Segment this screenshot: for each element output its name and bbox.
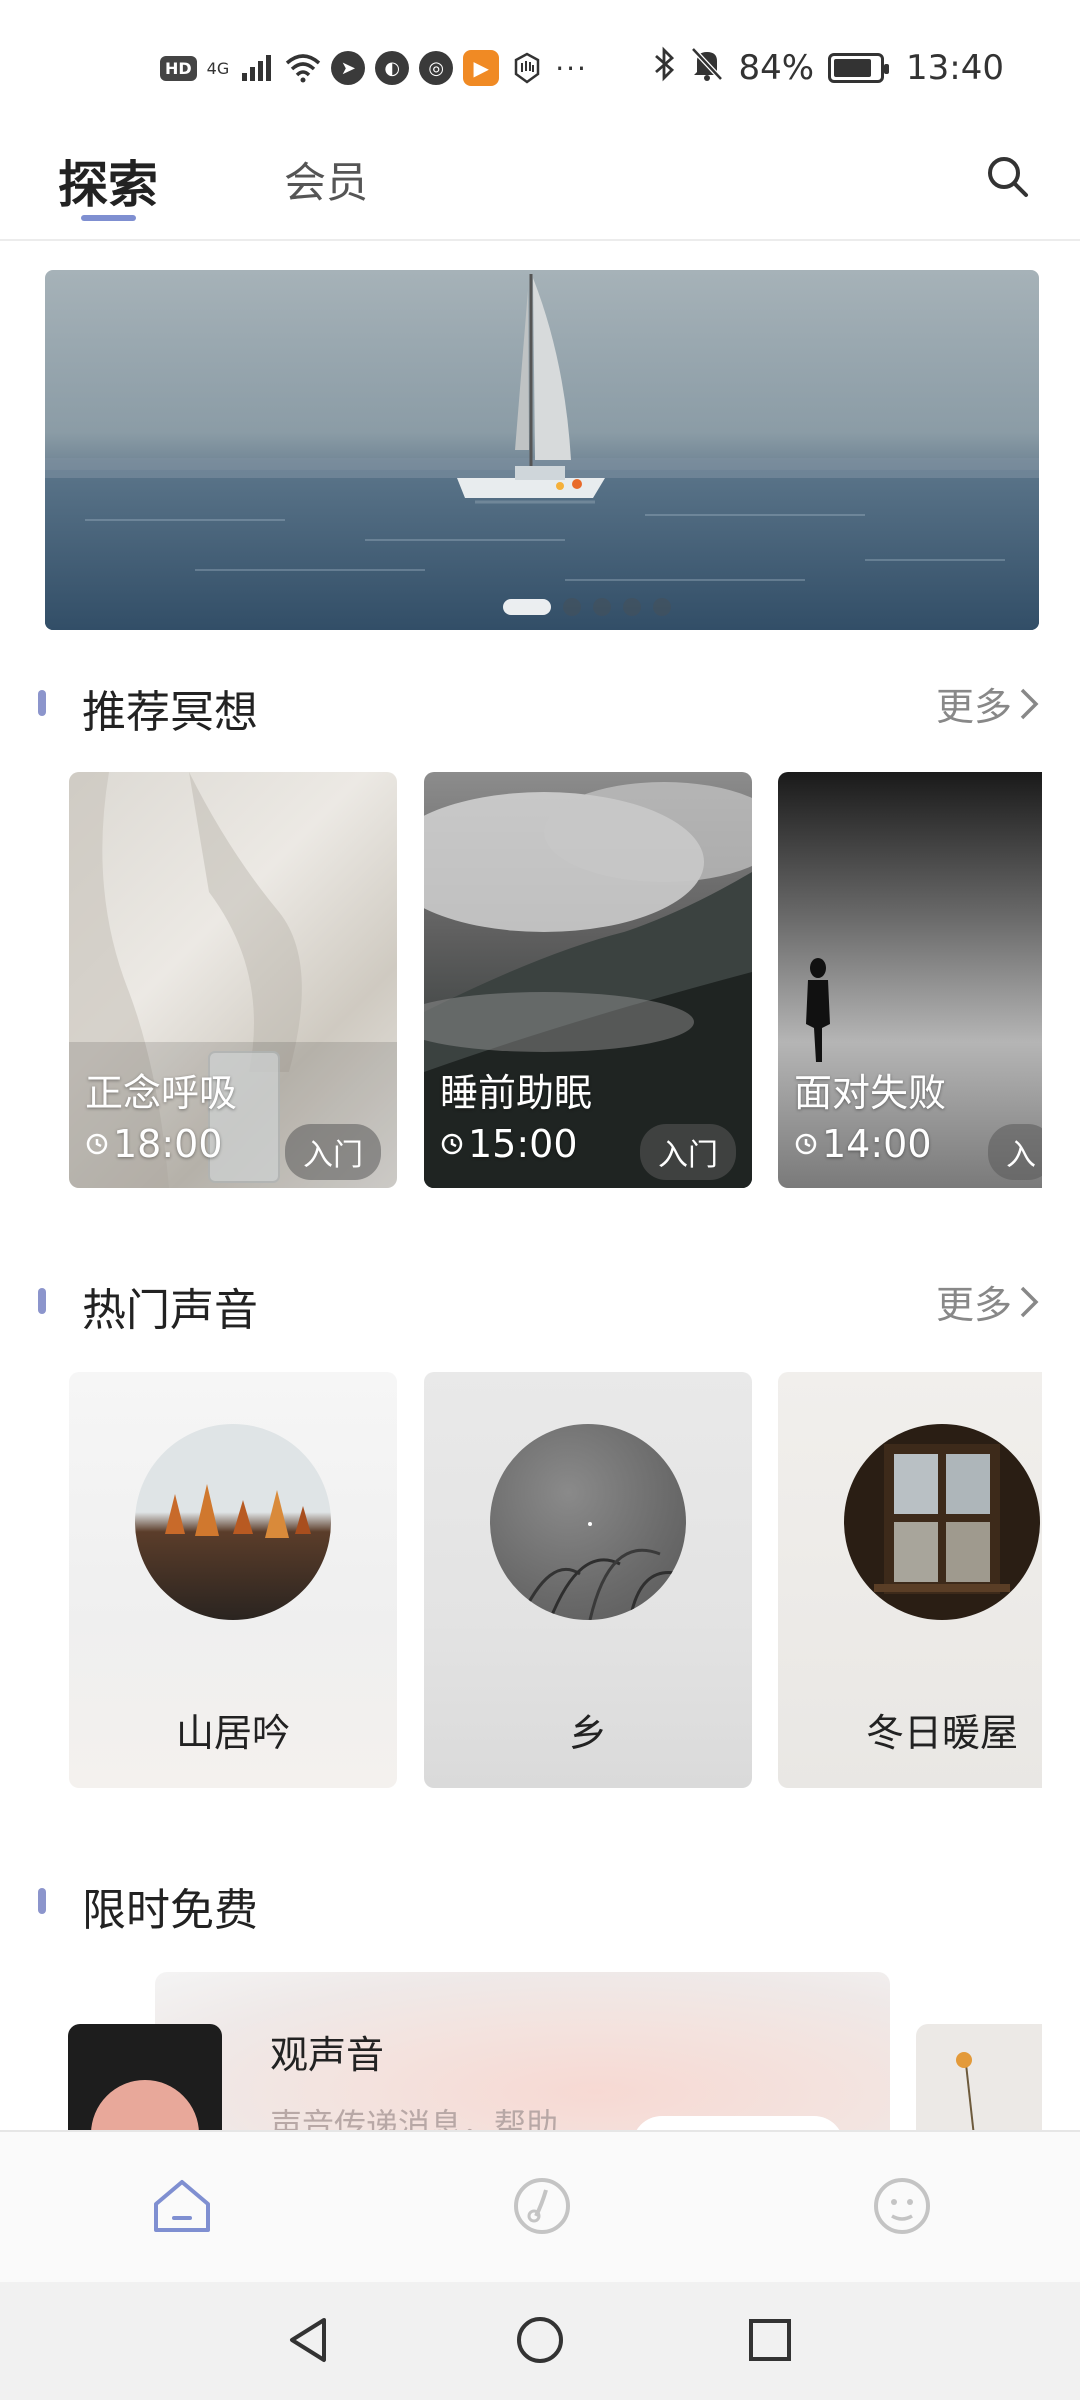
- recent-apps-icon[interactable]: [742, 2312, 798, 2368]
- free-item-cover-next[interactable]: [916, 2024, 1042, 2132]
- meditation-card[interactable]: 睡前助眠 15:00 入门: [424, 772, 752, 1188]
- home-button-icon[interactable]: [512, 2312, 568, 2368]
- sound-title: 乡: [568, 1711, 607, 1755]
- level-badge: 入: [988, 1124, 1042, 1180]
- free-item-cover[interactable]: [68, 2024, 222, 2132]
- sound-cover-image: [844, 1424, 1040, 1620]
- home-icon[interactable]: [146, 2170, 218, 2242]
- section-accent-bar: [38, 1288, 46, 1314]
- location-icon: ➤: [331, 51, 366, 85]
- more-label: 更多: [935, 1283, 1012, 1327]
- window-image: [874, 1444, 1010, 1594]
- hd-icon: HD: [160, 55, 197, 81]
- section-title: 限时免费: [82, 1885, 258, 1936]
- hand-icon: [509, 50, 545, 86]
- section-accent-bar: [38, 1888, 46, 1914]
- free-item-description: 声音传递消息，帮助: [270, 2106, 559, 2132]
- sound-card[interactable]: 冬日暖屋: [778, 1372, 1042, 1788]
- app-screen: HD 4G ➤ ◐ ◎ ▶ ··· 84% 13:40 探索 会员 推荐冥想 更…: [0, 0, 1080, 2400]
- meditation-card[interactable]: 面对失败 14:00 入: [778, 772, 1042, 1188]
- clock: 13:40: [906, 48, 1004, 88]
- free-section-header: 限时免费: [0, 1870, 1080, 1936]
- top-tab-bar: 探索 会员: [0, 135, 1080, 241]
- chevron-right-icon: [1020, 688, 1039, 719]
- meditation-card[interactable]: 正念呼吸 18:00 入门: [69, 772, 397, 1188]
- sound-title: 山居吟: [175, 1711, 290, 1755]
- active-tab-indicator: [81, 215, 136, 221]
- grass-image: [518, 1522, 681, 1620]
- card-title: 睡前助眠: [440, 1071, 593, 1115]
- recommended-list: 正念呼吸 18:00 入门 睡前助眠 15:00 入门 面对失败 14:00 入: [0, 772, 1042, 1188]
- recommended-section-header: 推荐冥想 更多: [0, 672, 1080, 738]
- popular-sounds-section-header: 热门声音 更多: [0, 1270, 1080, 1336]
- clock-icon: [795, 1133, 817, 1155]
- more-notifications-icon: ···: [555, 51, 588, 85]
- card-duration: 15:00: [440, 1122, 578, 1166]
- card-duration: 18:00: [85, 1122, 223, 1166]
- wifi-icon: [285, 50, 321, 86]
- clock-icon: [86, 1133, 108, 1155]
- tab-member[interactable]: 会员: [284, 149, 368, 210]
- level-badge: 入门: [285, 1124, 381, 1180]
- sound-card[interactable]: 乡: [424, 1372, 752, 1788]
- battery-icon: [828, 53, 890, 83]
- popular-sounds-list: 山居吟 乡 冬日暖屋: [0, 1372, 1042, 1788]
- battery-percent: 84%: [738, 48, 815, 88]
- flower-vase-image: [956, 2052, 975, 2132]
- banner-dot[interactable]: [623, 598, 641, 616]
- more-label: 更多: [935, 685, 1012, 729]
- banner-dot[interactable]: [593, 598, 611, 616]
- free-item-title[interactable]: 观声音: [270, 2024, 384, 2079]
- card-duration: 14:00: [794, 1122, 932, 1166]
- sound-card[interactable]: 山居吟: [69, 1372, 397, 1788]
- autumn-trees-image: [165, 1484, 311, 1538]
- section-title: 热门声音: [82, 1285, 258, 1336]
- search-icon[interactable]: [980, 149, 1036, 205]
- hero-banner[interactable]: [45, 270, 1039, 630]
- sound-title: 冬日暖屋: [865, 1711, 1018, 1755]
- duration-text: 15:00: [468, 1122, 578, 1166]
- more-button[interactable]: 更多: [936, 676, 1040, 731]
- card-title: 面对失败: [794, 1071, 947, 1115]
- system-navigation-bar: [0, 2282, 1080, 2400]
- bottom-navigation: [0, 2130, 1080, 2282]
- clock-icon: [441, 1133, 463, 1155]
- section-title: 推荐冥想: [82, 687, 258, 738]
- status-right: 84% 13:40: [652, 40, 1004, 96]
- music-note-icon[interactable]: [506, 2170, 578, 2242]
- sound-cover-image: [490, 1424, 686, 1620]
- sunset-image: [91, 2080, 199, 2132]
- mute-icon: [690, 46, 724, 91]
- section-accent-bar: [38, 690, 46, 716]
- network-type: 4G: [206, 58, 230, 78]
- status-bar: HD 4G ➤ ◐ ◎ ▶ ··· 84% 13:40: [0, 0, 1080, 135]
- banner-dot[interactable]: [563, 598, 581, 616]
- video-app-icon: ▶: [463, 50, 500, 86]
- profile-face-icon[interactable]: [866, 2170, 938, 2242]
- sailboat-image: [45, 274, 1039, 630]
- duration-text: 18:00: [113, 1122, 223, 1166]
- banner-pagination: [503, 598, 671, 616]
- signal-icon: [239, 50, 275, 86]
- status-left: HD 4G ➤ ◐ ◎ ▶ ···: [160, 46, 588, 90]
- back-icon[interactable]: [280, 2312, 336, 2368]
- free-list: 观声音 声音传递消息，帮助: [0, 1972, 1042, 2132]
- bluetooth-icon: [652, 46, 676, 91]
- banner-dot[interactable]: [503, 599, 551, 615]
- level-badge: 入门: [640, 1124, 736, 1180]
- app-icon: ◐: [375, 51, 410, 85]
- chevron-right-icon: [1020, 1286, 1039, 1317]
- duration-text: 14:00: [822, 1122, 932, 1166]
- banner-dot[interactable]: [653, 598, 671, 616]
- card-title: 正念呼吸: [85, 1071, 238, 1115]
- more-button[interactable]: 更多: [936, 1274, 1040, 1329]
- wechat-icon: ◎: [419, 51, 454, 85]
- sound-cover-image: [135, 1424, 331, 1620]
- tab-explore[interactable]: 探索: [58, 145, 158, 217]
